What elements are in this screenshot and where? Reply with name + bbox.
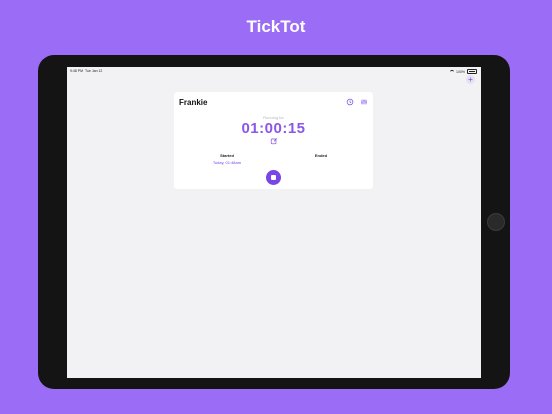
history-icon[interactable] [346,98,354,106]
battery-icon [467,69,477,74]
app-title: TickTot [246,17,306,36]
ended-label: Ended [314,153,328,158]
stats-icon[interactable] [360,98,368,106]
started-value[interactable]: Today, 01:48am [206,160,248,165]
battery-percent: 100% [456,69,465,74]
edit-icon[interactable] [270,137,278,145]
status-time: 9:48 PM Tue Jan 12 [70,69,103,73]
stop-icon[interactable] [266,170,281,185]
wifi-icon [450,69,455,74]
app-screen: 9:48 PM Tue Jan 12 100% + Frankie Runnin… [67,67,481,378]
elapsed-time: 01:00:15 [241,120,306,137]
child-name: Frankie [179,98,208,107]
home-button [487,213,505,231]
started-column: Started Today, 01:48am [206,153,248,165]
timer-card: Frankie Running for 01:00:15 Started Tod… [174,92,373,189]
status-right: 100% [450,69,477,74]
ended-column: Ended [300,153,342,160]
status-bar: 9:48 PM Tue Jan 12 100% [67,67,481,75]
add-icon[interactable]: + [466,75,475,84]
started-label: Started [220,153,234,158]
